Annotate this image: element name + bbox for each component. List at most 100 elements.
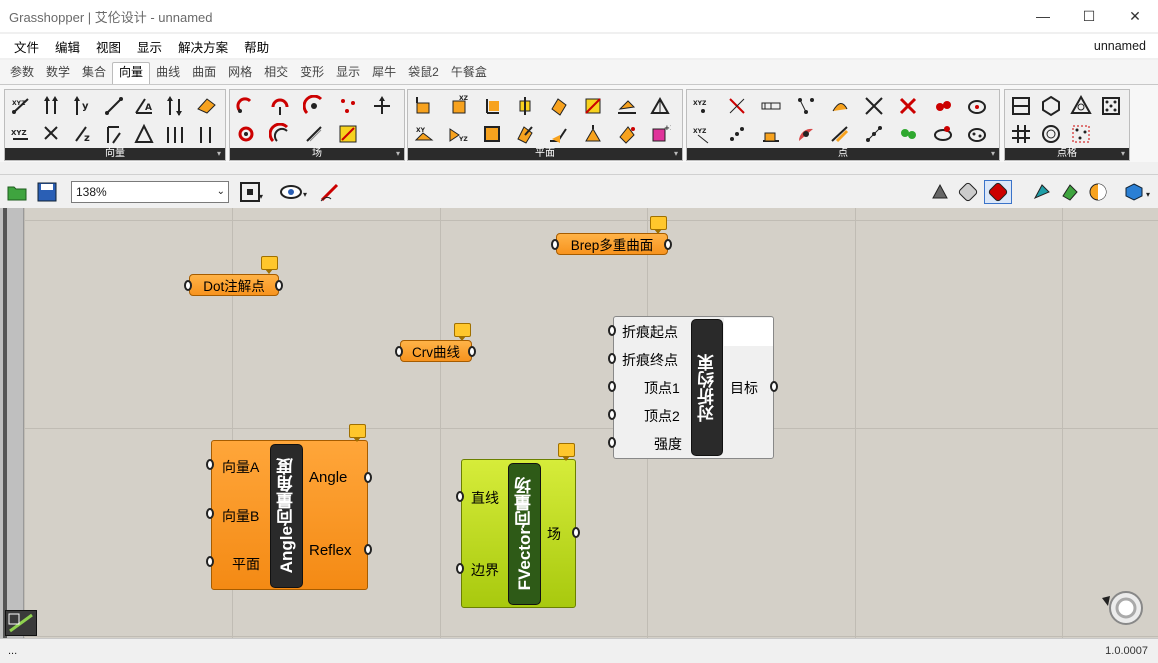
minimize-button[interactable]: — [1020,0,1066,32]
xz-plane-icon[interactable]: XZ [444,92,472,120]
tab-display[interactable]: 显示 [330,62,366,84]
point-polar-icon[interactable] [723,120,751,148]
cloud-points-icon[interactable] [963,92,991,120]
output-port[interactable] [275,280,283,291]
output-port[interactable] [468,346,476,357]
xyz-vector-icon[interactable]: XYZ [7,92,35,120]
crv-param[interactable]: Crv曲线 [400,340,472,362]
preview-wireframe-icon[interactable] [928,180,952,204]
plane-origin-icon[interactable] [511,92,539,120]
vector-angle-icon[interactable]: A [130,92,158,120]
menu-help[interactable]: 帮助 [236,37,277,56]
output-port[interactable] [770,381,778,392]
tab-intersect[interactable]: 相交 [258,62,294,84]
input-port[interactable] [608,325,616,336]
merge-fields-icon[interactable] [300,92,328,120]
numbers-to-points-icon[interactable] [757,92,785,120]
input-port[interactable] [608,381,616,392]
vector-force-icon[interactable] [266,120,294,148]
input-port[interactable] [456,563,464,574]
unit-z-icon[interactable]: z [69,120,97,148]
tab-rhino[interactable]: 犀牛 [366,62,402,84]
construct-point-icon[interactable]: XYZ [689,92,717,120]
tab-mesh[interactable]: 网格 [222,62,258,84]
sort-points-icon[interactable] [894,92,922,120]
preview-eye-icon[interactable]: ▾ [276,180,312,204]
point-oriented-icon[interactable] [894,120,922,148]
vector-rotate-icon[interactable] [192,92,220,120]
vector-triangle-icon[interactable] [130,120,158,148]
canvas-corner-widget-icon[interactable] [5,610,37,636]
maximize-button[interactable]: ☐ [1066,0,1112,32]
populate-2d-icon[interactable] [1067,120,1095,148]
point-cylindrical-icon[interactable] [723,92,751,120]
output-port[interactable] [364,544,372,555]
point-charge-icon[interactable] [232,92,260,120]
align-plane-icon[interactable] [545,120,573,148]
closest-point-icon[interactable] [826,120,854,148]
construct-plane-icon[interactable] [478,92,506,120]
tab-transform[interactable]: 变形 [294,62,330,84]
deconstruct-point-icon[interactable]: XYZ [689,120,717,148]
point-list-icon[interactable] [963,120,991,148]
preview-shaded-icon[interactable] [956,180,980,204]
canvas-navigation-icon[interactable] [1100,588,1146,628]
output-port[interactable] [664,239,672,250]
brep-param[interactable]: Brep多重曲面 [556,233,668,255]
grasshopper-canvas[interactable]: Dot注解点 Crv曲线 Brep多重曲面 折痕起点 折痕终点 顶点1 顶点2 … [0,208,1158,638]
unit-y-icon[interactable]: y [69,92,97,120]
radial-grid-icon[interactable] [1037,120,1065,148]
triangular-grid-icon[interactable] [1067,92,1095,120]
plane-angle-icon[interactable] [646,92,674,120]
plane-offset-icon[interactable] [545,92,573,120]
rotate-plane-icon[interactable] [579,92,607,120]
points-to-numbers-icon[interactable] [757,120,785,148]
zoom-extents-icon[interactable]: ▾ [234,180,268,204]
cross-product-icon[interactable] [38,120,66,148]
deconstruct-vector-icon[interactable]: XYZ [7,120,35,148]
vector-sum-icon[interactable] [192,120,220,148]
rectangular-grid-icon[interactable] [1007,120,1035,148]
output-port[interactable] [572,527,580,538]
square-grid-icon[interactable] [1007,92,1035,120]
menu-view[interactable]: 视图 [88,37,129,56]
barycentric-icon[interactable] [826,92,854,120]
render-settings-icon[interactable] [1086,180,1110,204]
tab-surface[interactable]: 曲面 [186,62,222,84]
display-mode-icon[interactable]: ▾ [1122,180,1156,204]
xy-plane-icon[interactable] [410,92,438,120]
sketch-pen-icon[interactable] [318,180,342,204]
plane-3pt-icon[interactable] [478,120,506,148]
tab-maths[interactable]: 数学 [40,62,76,84]
tab-params[interactable]: 参数 [4,62,40,84]
input-port[interactable] [206,508,214,519]
menu-display[interactable]: 显示 [129,37,170,56]
amplitude-icon[interactable] [38,92,66,120]
plane-coordinates-icon[interactable] [579,120,607,148]
break-field-icon[interactable] [300,120,328,148]
vector-display-icon[interactable] [100,120,128,148]
input-port[interactable] [608,409,616,420]
hexagonal-grid-icon[interactable] [1037,92,1065,120]
dot-param[interactable]: Dot注解点 [189,274,279,296]
input-port[interactable] [184,280,192,291]
project-point-icon[interactable] [792,120,820,148]
tab-curve[interactable]: 曲线 [150,62,186,84]
plane-fit-icon[interactable] [613,92,641,120]
vector-2pt-icon[interactable] [100,92,128,120]
cloud-display-icon[interactable] [929,120,957,148]
yz-plane-icon[interactable]: YZ [444,120,472,148]
vector-reverse-icon[interactable] [161,92,189,120]
menu-solution[interactable]: 解决方案 [170,37,236,56]
cull-duplicates-icon[interactable] [860,120,888,148]
vector-multiply-icon[interactable] [161,120,189,148]
save-file-icon[interactable] [36,180,58,204]
plane-normal-icon[interactable] [511,120,539,148]
point-groups-icon[interactable] [860,92,888,120]
input-port[interactable] [608,437,616,448]
populate-3d-icon[interactable] [1097,92,1125,120]
preview-selected-icon[interactable] [984,180,1012,204]
tab-kangaroo2[interactable]: 袋鼠2 [402,62,445,84]
xy-label-plane-icon[interactable]: XY [410,120,438,148]
input-port[interactable] [456,491,464,502]
